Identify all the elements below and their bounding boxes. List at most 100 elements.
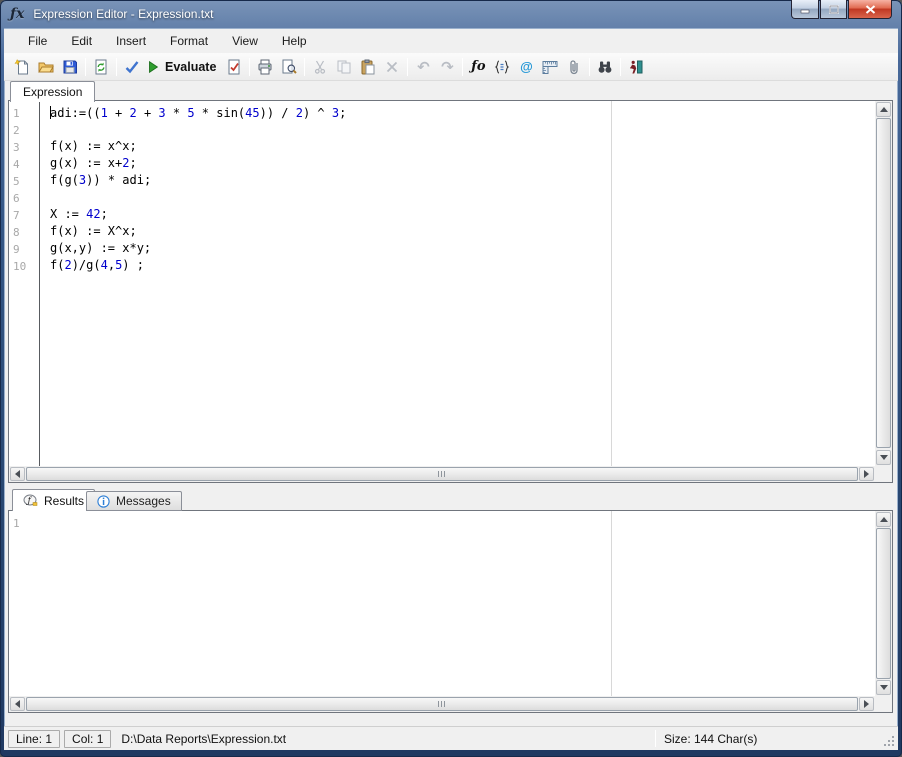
code-line[interactable]: X := 42; [50, 206, 875, 223]
toolbar-separator [85, 57, 86, 76]
ruler-icon [542, 60, 558, 74]
status-line: Line: 1 [8, 729, 61, 748]
horizontal-scroll-thumb[interactable] [26, 697, 858, 711]
find-button[interactable] [593, 55, 617, 79]
scroll-up-button[interactable] [876, 512, 891, 527]
redo-button[interactable]: ↷ [435, 55, 459, 79]
results-fx-icon: ƒ [23, 494, 38, 507]
variables-list-button[interactable] [490, 55, 514, 79]
delete-x-icon [387, 61, 398, 72]
scroll-left-button[interactable] [10, 467, 25, 481]
arrow-up-icon [879, 107, 888, 112]
close-button[interactable] [848, 0, 892, 19]
menu-view[interactable]: View [222, 31, 268, 51]
refresh-document-button[interactable] [89, 55, 113, 79]
status-separator [655, 730, 656, 747]
function-button[interactable]: ƒo [466, 55, 490, 79]
copy-button[interactable] [332, 55, 356, 79]
cut-button[interactable] [308, 55, 332, 79]
undo-button[interactable]: ↶ [411, 55, 435, 79]
at-reference-button[interactable]: @ [514, 55, 538, 79]
redo-icon: ↷ [441, 58, 454, 76]
app-window: ƒx Expression Editor - Expression.txt Fi… [0, 0, 902, 757]
arrow-up-icon [879, 517, 888, 522]
vertical-scroll-thumb[interactable] [876, 528, 891, 679]
scrollbar-corner [875, 696, 892, 712]
results-panel: 1 [8, 510, 893, 713]
editor-content[interactable]: 1 2 3 4 5 6 7 8 9 10 adi:=((1 + 2 + 3 * 5 * sin(4… [9, 101, 875, 466]
save-button[interactable] [58, 55, 82, 79]
code-line[interactable]: f(x) := X^x; [50, 223, 875, 240]
scroll-down-button[interactable] [876, 680, 891, 695]
toolbar-separator [249, 57, 251, 76]
vertical-scroll-thumb[interactable] [876, 118, 891, 448]
scrollbar-corner [875, 466, 892, 482]
paste-button[interactable] [356, 55, 380, 79]
scroll-right-button[interactable] [859, 467, 874, 481]
delete-button[interactable] [380, 55, 404, 79]
code-line[interactable]: f(2)/g(4,5) ; [50, 257, 875, 274]
horizontal-scroll-thumb[interactable] [26, 467, 858, 481]
toolbar-separator [589, 57, 591, 76]
code-line[interactable] [50, 189, 875, 206]
minimize-button[interactable] [791, 0, 819, 19]
results-vertical-scrollbar[interactable] [875, 511, 892, 696]
check-syntax-button[interactable] [120, 55, 144, 79]
scroll-left-button[interactable] [10, 697, 25, 711]
code-line[interactable]: g(x,y) := x*y; [50, 240, 875, 257]
status-file-path: D:\Data Reports\Expression.txt [121, 731, 287, 746]
menu-format[interactable]: Format [160, 31, 218, 51]
editor-vertical-scrollbar[interactable] [875, 101, 892, 466]
scroll-right-button[interactable] [859, 697, 874, 711]
print-icon [258, 59, 272, 74]
code-line[interactable]: f(x) := x^x; [50, 138, 875, 155]
arrow-down-icon [879, 455, 888, 460]
menu-insert[interactable]: Insert [106, 31, 156, 51]
ruler-button[interactable] [538, 55, 562, 79]
tab-results-label: Results [44, 493, 85, 508]
line-number: 10 [13, 260, 27, 273]
results-horizontal-scrollbar[interactable] [9, 696, 875, 712]
tab-expression[interactable]: Expression [10, 81, 96, 102]
code-line[interactable]: g(x) := x+2; [50, 155, 875, 172]
goto-button[interactable] [624, 55, 648, 79]
scroll-down-button[interactable] [876, 450, 891, 465]
title-bar[interactable]: ƒx Expression Editor - Expression.txt [0, 0, 902, 28]
refresh-document-icon [95, 59, 107, 74]
validate-document-button[interactable] [222, 55, 246, 79]
maximize-icon [828, 4, 839, 14]
menu-file[interactable]: File [18, 31, 57, 51]
editor-tab-strip: Expression [4, 81, 898, 102]
app-icon: ƒx [10, 6, 25, 22]
resize-grip[interactable] [883, 735, 896, 748]
editor-code[interactable]: adi:=((1 + 2 + 3 * 5 * sin(45)) / 2) ^ 3… [41, 101, 875, 466]
line-number: 1 [13, 517, 20, 530]
attachment-button[interactable] [562, 55, 586, 79]
code-line[interactable]: f(g(3)) * adi; [50, 172, 875, 189]
tab-messages[interactable]: Messages [86, 491, 182, 511]
new-file-button[interactable] [10, 55, 34, 79]
code-line[interactable]: adi:=((1 + 2 + 3 * 5 * sin(45)) / 2) ^ 3… [50, 104, 875, 121]
thumb-grip [438, 471, 446, 477]
menu-help[interactable]: Help [272, 31, 317, 51]
results-content[interactable]: 1 [9, 511, 875, 696]
toolbar-separator [462, 57, 464, 76]
editor-horizontal-scrollbar[interactable] [9, 466, 875, 482]
line-number: 7 [13, 209, 20, 222]
evaluate-button[interactable]: Evaluate [144, 58, 222, 76]
menu-edit[interactable]: Edit [61, 31, 102, 51]
line-number: 2 [13, 124, 20, 137]
window-title: Expression Editor - Expression.txt [33, 7, 214, 21]
status-size: Size: 144 Char(s) [664, 731, 758, 746]
tab-expression-label: Expression [23, 85, 83, 99]
open-file-button[interactable] [34, 55, 58, 79]
cut-scissors-icon [315, 60, 326, 74]
code-line[interactable] [50, 121, 875, 138]
tab-results[interactable]: ƒ Results [12, 489, 96, 511]
line-number: 8 [13, 226, 20, 239]
editor-gutter: 1 2 3 4 5 6 7 8 9 10 [9, 101, 40, 466]
print-preview-button[interactable] [277, 55, 301, 79]
scroll-up-button[interactable] [876, 102, 891, 117]
maximize-button[interactable] [820, 0, 847, 19]
print-button[interactable] [253, 55, 277, 79]
